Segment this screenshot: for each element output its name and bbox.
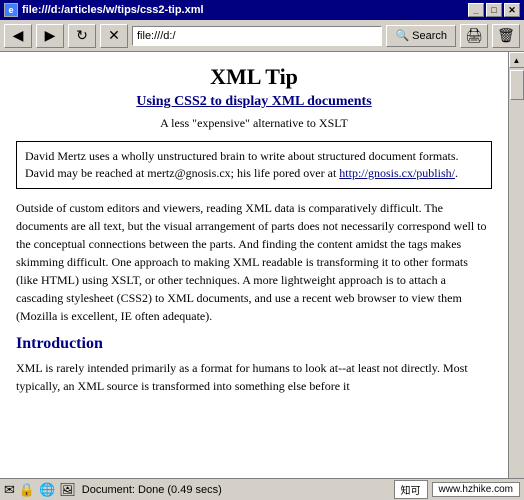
- page-subtitle[interactable]: Using CSS2 to display XML documents: [16, 94, 492, 110]
- image-icon: 🖼: [59, 482, 76, 498]
- scrollbar[interactable]: ▲: [508, 52, 524, 478]
- search-button[interactable]: 🔍 Search: [386, 25, 456, 47]
- envelope-icon: ✉: [4, 482, 15, 498]
- search-icon: 🔍: [395, 29, 409, 42]
- toolbar-right: 🖨 🗑: [460, 24, 520, 48]
- badge-zhike: 知可: [394, 480, 428, 499]
- stop-button[interactable]: ✕: [100, 24, 128, 48]
- globe-icon: 🌐: [39, 482, 55, 498]
- page-byline: A less "expensive" alternative to XSLT: [16, 116, 492, 131]
- page-content: XML Tip Using CSS2 to display XML docume…: [0, 52, 508, 478]
- author-box: David Mertz uses a wholly unstructured b…: [16, 141, 492, 189]
- scroll-thumb[interactable]: [510, 70, 524, 100]
- app-icon: e: [4, 3, 18, 17]
- reload-button[interactable]: ↻: [68, 24, 96, 48]
- title-text: file:///d:/articles/w/tips/css2-tip.xml: [22, 4, 468, 16]
- forward-button[interactable]: ▶: [36, 24, 64, 48]
- status-icons: ✉ 🔒 🌐 🖼: [4, 482, 76, 498]
- address-bar: 🔍 Search: [132, 25, 456, 47]
- status-right: 知可 www.hzhike.com: [394, 480, 520, 499]
- toolbar: ◀ ▶ ↻ ✕ 🔍 Search 🖨 🗑: [0, 20, 524, 52]
- page-title: XML Tip: [16, 64, 492, 90]
- author-link[interactable]: http://gnosis.cx/publish/: [339, 166, 455, 180]
- body-paragraph: Outside of custom editors and viewers, r…: [16, 199, 492, 325]
- back-button[interactable]: ◀: [4, 24, 32, 48]
- status-bar: ✉ 🔒 🌐 🖼 Document: Done (0.49 secs) 知可 ww…: [0, 478, 524, 500]
- section1-text: XML is rarely intended primarily as a fo…: [16, 359, 492, 395]
- section1-heading: Introduction: [16, 335, 492, 353]
- scroll-up-arrow[interactable]: ▲: [509, 52, 524, 68]
- author-end: .: [455, 166, 458, 180]
- title-bar: e file:///d:/articles/w/tips/css2-tip.xm…: [0, 0, 524, 20]
- minimize-button[interactable]: _: [468, 3, 484, 17]
- print-button[interactable]: 🖨: [460, 24, 488, 48]
- maximize-button[interactable]: □: [486, 3, 502, 17]
- address-input[interactable]: [132, 26, 382, 46]
- trash-button[interactable]: 🗑: [492, 24, 520, 48]
- status-text: Document: Done (0.49 secs): [82, 484, 388, 496]
- content-wrapper: XML Tip Using CSS2 to display XML docume…: [0, 52, 524, 478]
- badge-hzhike: www.hzhike.com: [432, 482, 520, 497]
- search-label: Search: [412, 30, 447, 42]
- lock-icon: 🔒: [19, 482, 35, 498]
- window-controls: _ □ ✕: [468, 3, 520, 17]
- close-button[interactable]: ✕: [504, 3, 520, 17]
